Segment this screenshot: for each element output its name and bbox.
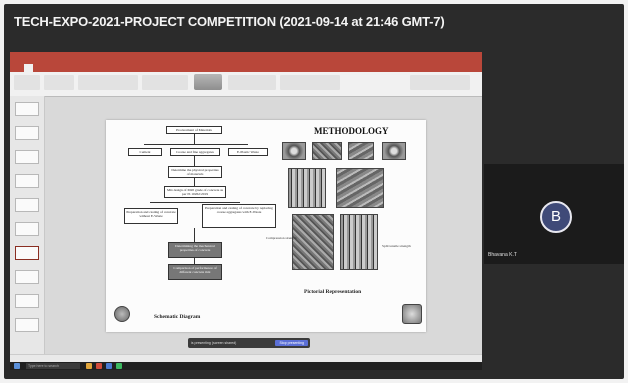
slide-thumbnail[interactable] bbox=[15, 174, 39, 188]
powerpoint-icon[interactable] bbox=[96, 363, 102, 369]
flow-box-comparison: Comparison of performance of different c… bbox=[168, 264, 222, 280]
ribbon-tab[interactable] bbox=[76, 64, 80, 72]
ribbon-toolbar bbox=[10, 72, 482, 97]
flow-box-casting-replacing: Preparation and casting of concrete by r… bbox=[202, 204, 276, 228]
material-photo bbox=[312, 142, 342, 160]
ribbon-tab-active[interactable] bbox=[24, 64, 33, 72]
test-photo bbox=[292, 214, 334, 270]
arrange-group[interactable] bbox=[228, 75, 276, 90]
flow-box-mix-design: Mix design of M20 grade of concrete as p… bbox=[164, 186, 226, 198]
slide-canvas[interactable]: Procurement of Materials Cement Coarse a… bbox=[106, 120, 426, 332]
shared-screen: Procurement of Materials Cement Coarse a… bbox=[10, 52, 482, 370]
schematic-diagram-caption: Schematic Diagram bbox=[154, 314, 201, 320]
file-explorer-icon[interactable] bbox=[86, 363, 92, 369]
editing-group[interactable] bbox=[280, 75, 340, 90]
flow-box-procurement: Procurement of Materials bbox=[166, 126, 222, 134]
specimen-photo bbox=[288, 168, 326, 208]
specimen-photo bbox=[336, 168, 384, 208]
slide-thumbnail[interactable] bbox=[15, 270, 39, 284]
recording-title: TECH-EXPO-2021-PROJECT COMPETITION (2021… bbox=[14, 14, 445, 29]
pictorial-caption: Pictorial Representation bbox=[304, 289, 362, 295]
photo-label: Split tensile strength bbox=[382, 244, 411, 248]
flow-box-mechanical: Determining the mechanical properties of… bbox=[168, 242, 222, 258]
slides-group[interactable] bbox=[44, 75, 74, 90]
ribbon-tab[interactable] bbox=[88, 64, 92, 72]
ribbon-tab[interactable] bbox=[41, 64, 45, 72]
participant-name: Bhavana K.T bbox=[488, 252, 517, 258]
slide-thumbnail[interactable] bbox=[15, 150, 39, 164]
slide-thumbnail[interactable] bbox=[15, 126, 39, 140]
college-logo bbox=[114, 306, 130, 322]
meeting-recording-frame: TECH-EXPO-2021-PROJECT COMPETITION (2021… bbox=[4, 4, 624, 379]
slide-thumbnail-selected[interactable] bbox=[15, 246, 39, 260]
participant-avatar: B bbox=[540, 201, 572, 233]
slide-thumbnail[interactable] bbox=[15, 102, 39, 116]
slide-heading: METHODOLOGY bbox=[314, 126, 389, 136]
organization-logo bbox=[402, 304, 422, 324]
taskbar-search[interactable]: Type here to search bbox=[26, 363, 80, 369]
windows-taskbar: Type here to search bbox=[10, 362, 482, 370]
screen-share-bar: is presenting (screen shared) Stop prese… bbox=[188, 338, 310, 348]
test-photo bbox=[340, 214, 378, 270]
shapes-icon[interactable] bbox=[194, 74, 222, 90]
paste-group[interactable] bbox=[14, 75, 40, 90]
material-photo bbox=[382, 142, 406, 160]
design-group[interactable] bbox=[410, 75, 470, 90]
material-photo bbox=[282, 142, 306, 160]
slide-thumbnails-pane bbox=[10, 96, 45, 354]
flow-connector bbox=[194, 228, 195, 242]
participant-tile: B Bhavana K.T bbox=[484, 164, 624, 264]
slide-thumbnail[interactable] bbox=[15, 294, 39, 308]
flow-connector bbox=[194, 178, 195, 186]
slide-thumbnail[interactable] bbox=[15, 318, 39, 332]
flow-box-eplastic: E-Plastic Waste bbox=[228, 148, 268, 156]
ribbon-tab[interactable] bbox=[64, 64, 68, 72]
flow-box-cement: Cement bbox=[128, 148, 162, 156]
app-icon[interactable] bbox=[116, 363, 122, 369]
slide-thumbnail[interactable] bbox=[15, 222, 39, 236]
flow-connector bbox=[144, 144, 248, 145]
ribbon-tab[interactable] bbox=[52, 64, 56, 72]
material-photo bbox=[348, 142, 374, 160]
start-icon[interactable] bbox=[14, 363, 20, 369]
flow-box-aggregates: Coarse and fine aggregates bbox=[170, 148, 220, 156]
slide-thumbnail[interactable] bbox=[15, 198, 39, 212]
browser-icon[interactable] bbox=[106, 363, 112, 369]
ribbon-tab[interactable] bbox=[99, 64, 103, 72]
photo-label: Compression strength bbox=[266, 236, 297, 240]
app-title-bar bbox=[10, 52, 482, 64]
flow-connector bbox=[194, 134, 195, 144]
flow-box-properties: Determine the physical properties of mat… bbox=[168, 166, 222, 178]
ribbon-tabs bbox=[10, 64, 482, 72]
flow-box-casting-without: Preparation and casting of concrete with… bbox=[124, 208, 178, 224]
stop-presenting-button[interactable]: Stop presenting bbox=[275, 340, 308, 346]
paragraph-group[interactable] bbox=[142, 75, 188, 90]
font-group[interactable] bbox=[78, 75, 138, 90]
flow-connector bbox=[194, 156, 195, 166]
flow-connector bbox=[150, 202, 240, 203]
share-status-text: is presenting (screen shared) bbox=[191, 341, 237, 345]
